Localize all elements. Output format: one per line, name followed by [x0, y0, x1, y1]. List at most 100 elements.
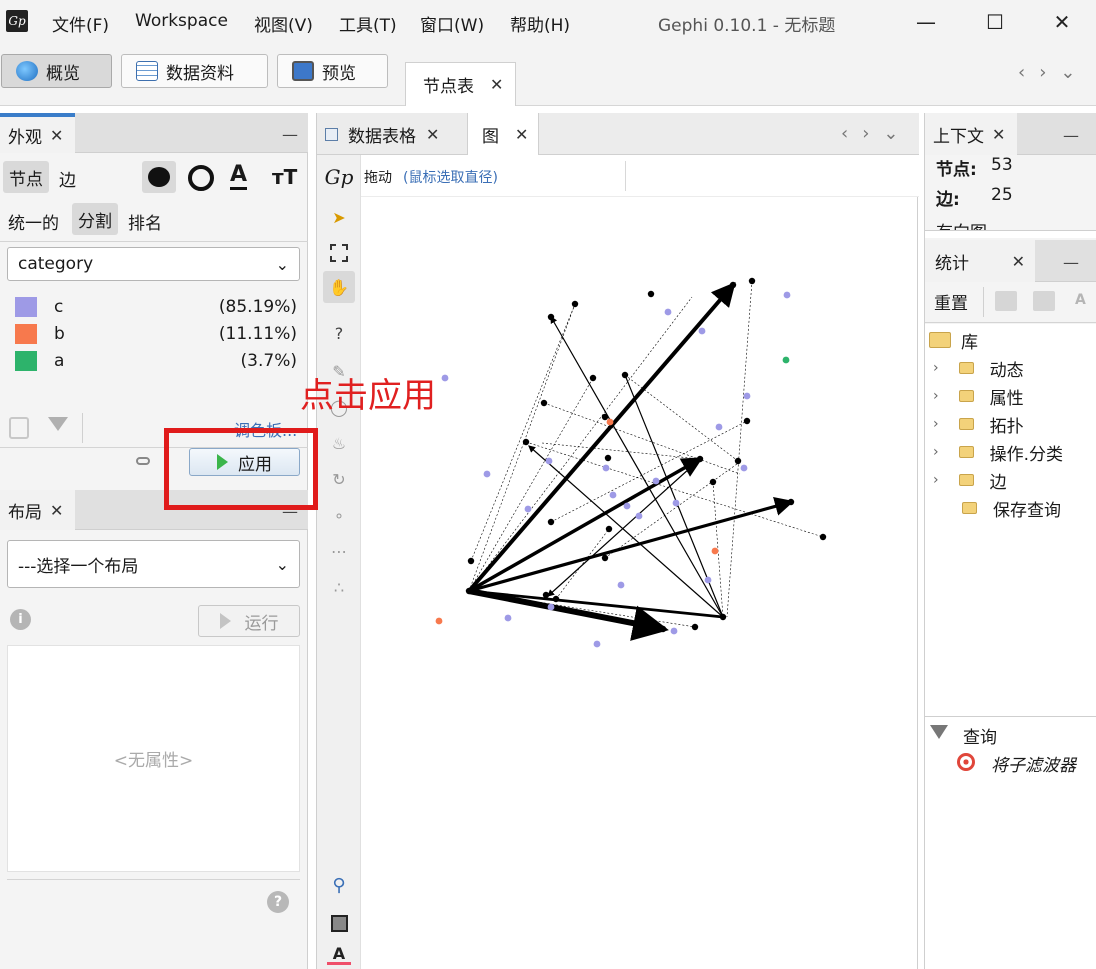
tree-item[interactable]: 保存查询: [933, 494, 1061, 522]
graph-node[interactable]: [593, 640, 601, 648]
graph-node[interactable]: [704, 576, 712, 584]
graph-node[interactable]: [465, 587, 473, 595]
maximize-window-icon[interactable]: ☐: [973, 8, 1017, 36]
tree-item[interactable]: › 操作.分类: [933, 438, 1063, 466]
graph-node[interactable]: [540, 399, 548, 407]
graph-node[interactable]: [552, 595, 560, 603]
paint-bucket-icon[interactable]: ♨: [327, 431, 351, 455]
graph-node[interactable]: [698, 327, 706, 335]
graph-node[interactable]: [571, 300, 579, 308]
graph-node[interactable]: [547, 518, 555, 526]
graph-node[interactable]: [467, 557, 475, 565]
pointer-help-icon[interactable]: ?: [327, 321, 351, 345]
graph-node[interactable]: [729, 281, 737, 289]
minimize-icon[interactable]: —: [282, 125, 298, 144]
graph-node[interactable]: [604, 454, 612, 462]
graph-node[interactable]: [524, 505, 532, 513]
graph-node[interactable]: [652, 477, 660, 485]
chevron-right-icon[interactable]: ›: [1039, 62, 1046, 83]
tab-statistics[interactable]: 统计 ✕: [925, 240, 1035, 282]
tab-data-table[interactable]: 数据表格 ✕: [325, 113, 439, 155]
graph-node[interactable]: [696, 455, 704, 463]
graph-node[interactable]: [617, 581, 625, 589]
run-button[interactable]: 运行: [198, 605, 300, 637]
label-color-icon[interactable]: A: [230, 163, 248, 190]
close-icon[interactable]: ✕: [1012, 252, 1025, 271]
graph-node[interactable]: [542, 591, 550, 599]
menu-tools[interactable]: 工具(T): [339, 11, 397, 36]
graph-node[interactable]: [783, 291, 791, 299]
drag-hand-icon[interactable]: ✋: [323, 271, 355, 303]
graph-node[interactable]: [605, 525, 613, 533]
graph-node[interactable]: [711, 547, 719, 555]
menu-help[interactable]: 帮助(H): [510, 11, 570, 36]
graph-node[interactable]: [522, 438, 530, 446]
tree-item[interactable]: › 拓扑: [933, 410, 1024, 438]
graph-node[interactable]: [602, 464, 610, 472]
link-icon[interactable]: [136, 457, 150, 465]
pointer-icon[interactable]: ➤: [327, 205, 351, 229]
graph-node[interactable]: [441, 374, 449, 382]
graph-node[interactable]: [740, 464, 748, 472]
tab-layout[interactable]: 布局 ✕: [0, 490, 75, 530]
close-icon[interactable]: ✕: [426, 125, 439, 144]
chevron-left-icon[interactable]: ‹: [841, 123, 848, 144]
tab-edges[interactable]: 边: [59, 166, 76, 191]
label-color-icon[interactable]: A: [327, 944, 351, 965]
graph-node[interactable]: [715, 423, 723, 431]
graph-node[interactable]: [743, 392, 751, 400]
tree-root[interactable]: 库: [929, 326, 978, 354]
close-icon[interactable]: ✕: [992, 125, 1005, 144]
tab-context[interactable]: 上下文 ✕: [925, 113, 1017, 155]
graph-node[interactable]: [787, 498, 795, 506]
minimize-window-icon[interactable]: —: [904, 8, 948, 36]
graph-node[interactable]: [691, 623, 699, 631]
add-edge-icon[interactable]: ⋯: [327, 539, 351, 563]
shortest-path-icon[interactable]: ∴: [327, 575, 351, 599]
graph-node[interactable]: [435, 617, 443, 625]
tree-item[interactable]: › 属性: [933, 382, 1024, 410]
graph-canvas[interactable]: [361, 197, 919, 969]
graph-node[interactable]: [719, 613, 727, 621]
graph-node[interactable]: [623, 502, 631, 510]
chevron-down-icon[interactable]: ⌄: [883, 123, 898, 144]
chevron-down-icon[interactable]: ⌄: [1060, 62, 1075, 83]
rotate-icon[interactable]: ↻: [327, 467, 351, 491]
graph-node[interactable]: [734, 457, 742, 465]
legend-item[interactable]: a (3.7%): [15, 351, 297, 371]
minimize-icon[interactable]: —: [1063, 126, 1079, 145]
mode-partition[interactable]: 分割: [72, 203, 118, 235]
close-icon[interactable]: ✕: [50, 126, 63, 145]
color-palette-icon[interactable]: [142, 161, 176, 193]
reset-button[interactable]: 重置: [934, 289, 968, 314]
overview-button[interactable]: 概览: [1, 54, 112, 88]
graph-node[interactable]: [670, 627, 678, 635]
graph-node[interactable]: [647, 290, 655, 298]
graph-node[interactable]: [635, 512, 643, 520]
graph-node[interactable]: [819, 533, 827, 541]
tab-graph[interactable]: 图 ✕: [467, 113, 539, 155]
close-icon[interactable]: ✕: [50, 501, 63, 520]
graph-node[interactable]: [621, 371, 629, 379]
legend-item[interactable]: b (11.11%): [15, 324, 297, 344]
tab-node-table[interactable]: 节点表 ✕: [405, 62, 516, 106]
copy-icon[interactable]: [9, 417, 29, 439]
data-lab-button[interactable]: 数据资料: [121, 54, 268, 88]
graph-node[interactable]: [743, 417, 751, 425]
menu-file[interactable]: 文件(F): [52, 11, 109, 36]
zoom-icon[interactable]: ⚲: [327, 873, 351, 897]
graph-node[interactable]: [601, 413, 609, 421]
graph-node[interactable]: [545, 457, 553, 465]
graph-node[interactable]: [609, 491, 617, 499]
add-node-icon[interactable]: ∘: [327, 503, 351, 527]
partition-attribute-select[interactable]: category ⌄: [7, 247, 300, 281]
close-window-icon[interactable]: ✕: [1040, 8, 1084, 36]
mode-unique[interactable]: 统一的: [8, 209, 59, 234]
graph-node[interactable]: [547, 313, 555, 321]
tree-item[interactable]: › 边: [933, 466, 1007, 494]
graph-node[interactable]: [483, 470, 491, 478]
filter-icon[interactable]: [48, 417, 68, 431]
graph-node[interactable]: [589, 374, 597, 382]
graph-node[interactable]: [672, 499, 680, 507]
tree-item[interactable]: › 动态: [933, 354, 1024, 382]
